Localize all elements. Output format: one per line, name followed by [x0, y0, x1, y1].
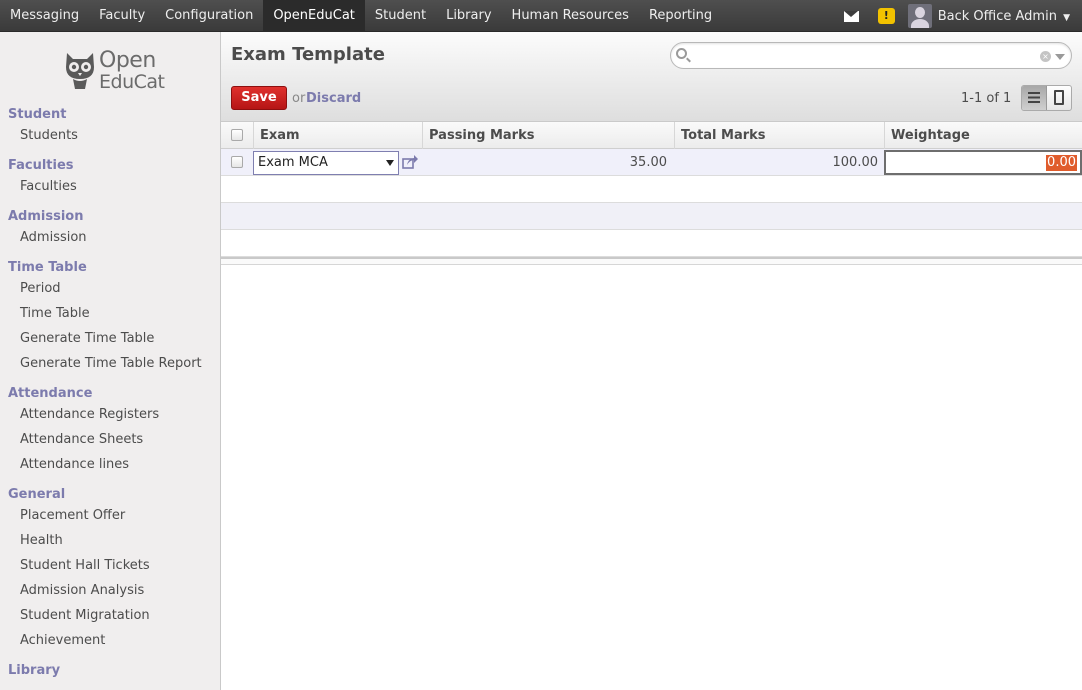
section-library: Library	[8, 663, 61, 678]
list-icon	[1028, 92, 1040, 103]
owl-icon	[66, 53, 94, 89]
sidebar-item-placement-offer[interactable]: Placement Offer	[20, 508, 125, 523]
sidebar-item-attendance-registers[interactable]: Attendance Registers	[20, 407, 159, 422]
menu-openeducat[interactable]: OpenEduCat	[263, 0, 365, 32]
menu-messaging[interactable]: Messaging	[0, 0, 89, 32]
table-row-empty	[221, 203, 1082, 230]
passing-marks-cell: 35.00	[629, 155, 667, 170]
section-admission: Admission	[8, 209, 84, 224]
sidebar: Open EduCat Student Students Faculties F…	[0, 32, 221, 690]
table-header: Exam Passing Marks Total Marks Weightage	[221, 122, 1082, 149]
exam-select[interactable]: Exam MCA	[253, 151, 399, 175]
sidebar-item-period[interactable]: Period	[20, 281, 61, 296]
chevron-down-icon: ▼	[1063, 12, 1070, 23]
column-header-exam[interactable]: Exam	[253, 122, 422, 149]
sidebar-item-achievement[interactable]: Achievement	[20, 633, 105, 648]
pager-value[interactable]: 1-1 of 1	[961, 91, 1011, 106]
sidebar-item-time-table[interactable]: Time Table	[20, 306, 90, 321]
column-header-passing-marks[interactable]: Passing Marks	[422, 122, 674, 149]
total-marks-cell: 100.00	[832, 155, 879, 170]
section-student: Student	[8, 107, 67, 122]
menu-student[interactable]: Student	[365, 0, 436, 32]
user-menu[interactable]: Back Office Admin ▼	[938, 9, 1070, 24]
sidebar-item-student-migratation[interactable]: Student Migratation	[20, 608, 150, 623]
sidebar-item-faculties[interactable]: Faculties	[20, 179, 77, 194]
table-row-empty	[221, 230, 1082, 257]
sidebar-item-health[interactable]: Health	[20, 533, 63, 548]
sidebar-item-admission-analysis[interactable]: Admission Analysis	[20, 583, 144, 598]
column-header-weightage[interactable]: Weightage	[884, 122, 1082, 149]
table-footer	[221, 257, 1082, 265]
save-button[interactable]: Save	[231, 86, 287, 110]
page-title: Exam Template	[231, 44, 385, 65]
select-all-checkbox[interactable]	[231, 129, 243, 141]
warning-icon[interactable]: !	[877, 8, 895, 24]
section-attendance: Attendance	[8, 386, 93, 401]
top-right-area: ! Back Office Admin ▼	[843, 0, 1082, 32]
view-switcher	[1021, 85, 1072, 111]
discard-link[interactable]: Discard	[306, 91, 361, 106]
section-general: General	[8, 487, 66, 502]
avatar[interactable]	[907, 4, 932, 28]
section-faculties: Faculties	[8, 158, 74, 173]
table-row-empty	[221, 176, 1082, 203]
weightage-value: 0.00	[1046, 155, 1077, 171]
main-content: Exam Template × Save or Discard 1-1 of 1…	[221, 32, 1082, 690]
or-label: or	[292, 91, 306, 106]
openeducat-logo[interactable]: Open EduCat	[63, 46, 165, 96]
sidebar-item-admission[interactable]: Admission	[20, 230, 87, 245]
search-icon	[676, 48, 687, 59]
row-checkbox[interactable]	[231, 156, 243, 168]
form-view-button[interactable]	[1047, 86, 1071, 110]
view-header: Exam Template × Save or Discard 1-1 of 1	[221, 32, 1082, 122]
column-header-total-marks[interactable]: Total Marks	[674, 122, 884, 149]
sidebar-item-students[interactable]: Students	[20, 128, 78, 143]
table-row[interactable]: Exam MCA 35.00 100.00 0.00	[221, 149, 1082, 176]
search-options-chevron-icon[interactable]	[1055, 54, 1065, 60]
menu-configuration[interactable]: Configuration	[155, 0, 263, 32]
sidebar-item-attendance-lines[interactable]: Attendance lines	[20, 457, 129, 472]
user-name: Back Office Admin	[937, 8, 1057, 24]
exam-select-value: Exam MCA	[258, 155, 328, 170]
menu-human-resources[interactable]: Human Resources	[502, 0, 639, 32]
menu-library[interactable]: Library	[436, 0, 501, 32]
menu-faculty[interactable]: Faculty	[89, 0, 155, 32]
dropdown-arrow-icon	[386, 160, 394, 166]
list-view-button[interactable]	[1022, 86, 1047, 110]
top-navbar: Messaging Faculty Configuration OpenEduC…	[0, 0, 1082, 32]
weightage-input[interactable]: 0.00	[884, 150, 1082, 175]
logo-text-open: Open	[99, 48, 156, 73]
section-time-table: Time Table	[8, 260, 87, 275]
sidebar-item-attendance-sheets[interactable]: Attendance Sheets	[20, 432, 143, 447]
top-menu: Messaging Faculty Configuration OpenEduC…	[0, 0, 722, 32]
search-bar[interactable]: ×	[670, 42, 1072, 69]
sidebar-item-student-hall-tickets[interactable]: Student Hall Tickets	[20, 558, 150, 573]
clear-search-icon[interactable]: ×	[1040, 51, 1051, 62]
menu-reporting[interactable]: Reporting	[639, 0, 722, 32]
mail-icon[interactable]	[843, 11, 859, 22]
logo-text-educat: EduCat	[99, 71, 165, 93]
external-link-icon[interactable]	[402, 154, 419, 170]
search-input[interactable]	[693, 46, 1033, 65]
form-icon	[1053, 90, 1064, 105]
sidebar-item-generate-time-table-report[interactable]: Generate Time Table Report	[20, 356, 202, 371]
exam-template-table: Exam Passing Marks Total Marks Weightage…	[221, 122, 1082, 265]
sidebar-item-generate-time-table[interactable]: Generate Time Table	[20, 331, 154, 346]
